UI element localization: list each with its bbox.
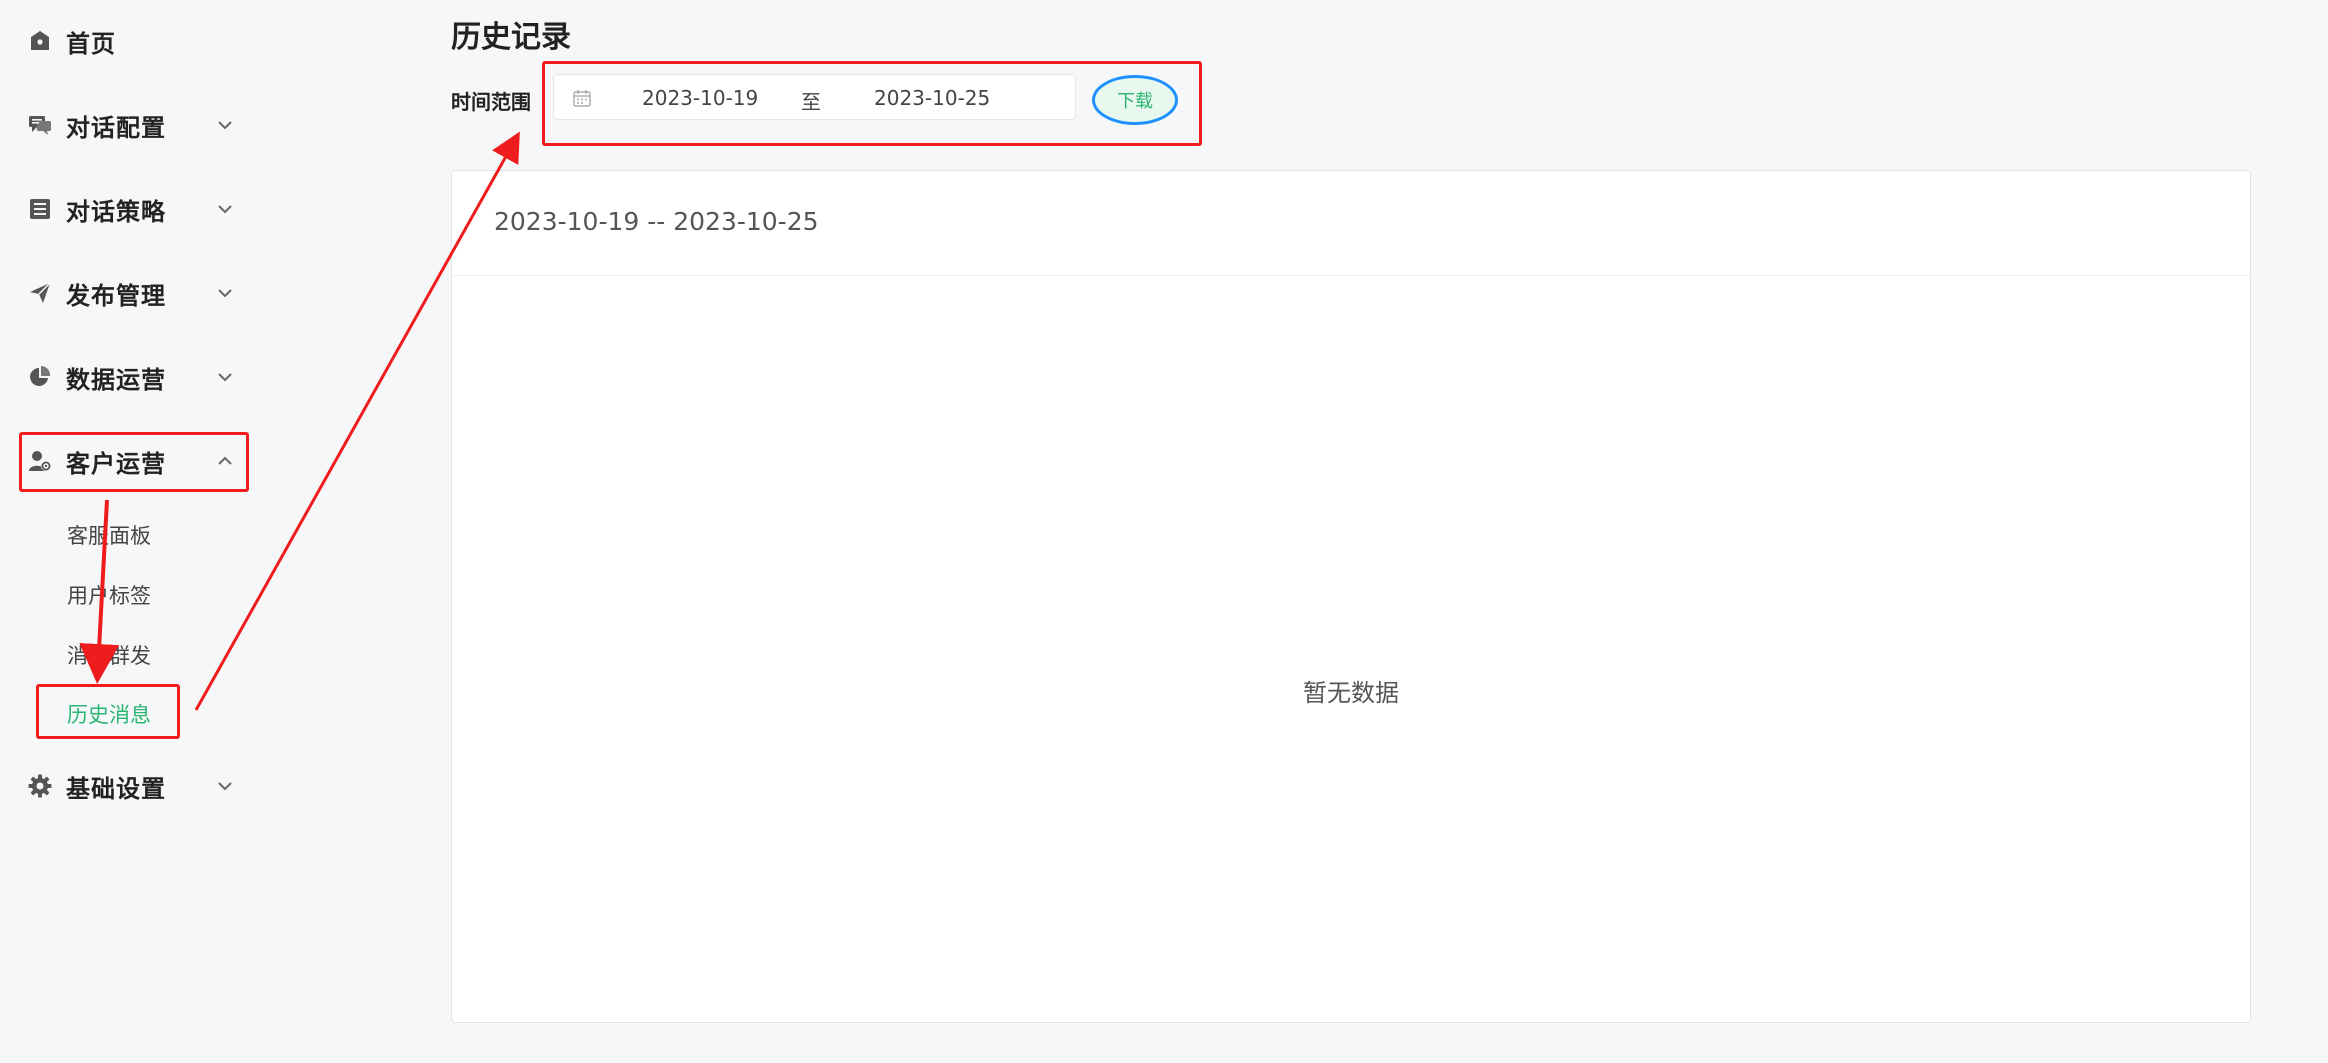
- empty-state-text: 暂无数据: [1303, 679, 1399, 707]
- chevron-down-icon: [214, 366, 236, 388]
- panel-date-range-header: 2023-10-19 -- 2023-10-25: [494, 207, 819, 236]
- app-root: 首页 对话配置 对话策略 发布管理 数据运营 客户运营 客服面板 用户标签 消息…: [0, 0, 2328, 1063]
- sidebar-item-dialog-strategy[interactable]: 对话策略: [28, 189, 240, 229]
- sidebar: 首页 对话配置 对话策略 发布管理 数据运营 客户运营 客服面板 用户标签 消息…: [0, 0, 260, 1063]
- sidebar-item-dialog-config[interactable]: 对话配置: [28, 105, 240, 145]
- gear-icon: [28, 774, 52, 798]
- chevron-down-icon: [214, 114, 236, 136]
- date-range-separator: 至: [801, 90, 821, 114]
- user-settings-icon: [28, 449, 52, 473]
- home-icon: [28, 29, 52, 53]
- calendar-icon: [572, 88, 592, 108]
- sidebar-item-basic-settings[interactable]: 基础设置: [28, 766, 240, 806]
- sidebar-item-customer-ops[interactable]: 客户运营: [28, 441, 240, 481]
- sidebar-subitem-user-tags[interactable]: 用户标签: [67, 580, 151, 610]
- chevron-down-icon: [214, 282, 236, 304]
- date-range-picker[interactable]: 2023-10-19 至 2023-10-25: [553, 74, 1076, 120]
- date-start-input[interactable]: 2023-10-19: [642, 86, 758, 110]
- sidebar-item-label: 发布管理: [66, 281, 166, 310]
- send-icon: [28, 281, 52, 305]
- time-range-label: 时间范围: [451, 90, 531, 114]
- chat-icon: [28, 113, 52, 137]
- page-title: 历史记录: [451, 20, 571, 55]
- history-panel: 2023-10-19 -- 2023-10-25 暂无数据: [451, 170, 2251, 1023]
- sidebar-subitem-history-messages[interactable]: 历史消息: [67, 699, 151, 729]
- download-button[interactable]: 下载: [1092, 75, 1178, 125]
- sidebar-item-label: 客户运营: [66, 449, 166, 478]
- panel-divider: [452, 275, 2250, 276]
- sidebar-subitem-broadcast[interactable]: 消息群发: [67, 640, 151, 670]
- pie-chart-icon: [28, 365, 52, 389]
- sidebar-item-label: 基础设置: [66, 774, 166, 803]
- chevron-down-icon: [214, 198, 236, 220]
- chevron-down-icon: [214, 775, 236, 797]
- sidebar-item-label: 首页: [66, 29, 116, 58]
- date-end-input[interactable]: 2023-10-25: [874, 86, 990, 110]
- chevron-up-icon: [214, 450, 236, 472]
- sidebar-item-publish[interactable]: 发布管理: [28, 273, 240, 313]
- sidebar-item-home[interactable]: 首页: [28, 21, 240, 61]
- sidebar-item-label: 对话配置: [66, 113, 166, 142]
- list-icon: [28, 197, 52, 221]
- sidebar-subitem-service-panel[interactable]: 客服面板: [67, 520, 151, 550]
- sidebar-item-label: 数据运营: [66, 365, 166, 394]
- sidebar-item-label: 对话策略: [66, 197, 166, 226]
- sidebar-item-data-ops[interactable]: 数据运营: [28, 357, 240, 397]
